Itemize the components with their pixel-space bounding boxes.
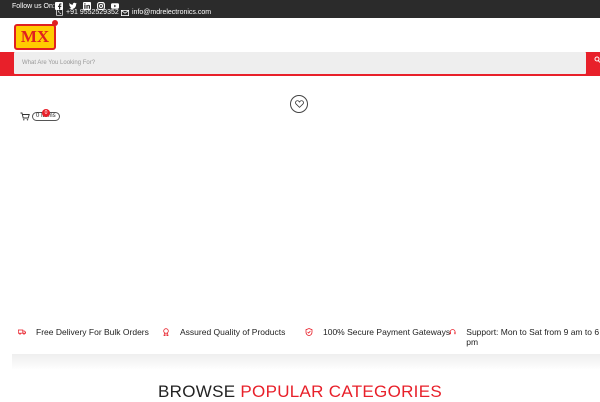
phone-icon xyxy=(56,9,63,16)
heading-red: POPULAR CATEGORIES xyxy=(240,382,442,401)
secure-icon xyxy=(305,328,313,336)
search-placeholder: What Are You Looking For? xyxy=(22,60,96,66)
mail-icon xyxy=(121,9,129,16)
search-icon[interactable] xyxy=(594,56,600,64)
feature-support: Support: Mon to Sat from 9 am to 6 pm xyxy=(449,327,600,347)
section-heading: BROWSE POPULAR CATEGORIES xyxy=(0,382,600,402)
features-strip: Free Delivery For Bulk Orders Assured Qu… xyxy=(0,322,600,354)
feature-label: 100% Secure Payment Gateways xyxy=(323,327,451,337)
feature-label: Assured Quality of Products xyxy=(180,327,286,337)
feature-label: Free Delivery For Bulk Orders xyxy=(36,327,149,337)
phone-number: +91 9552529352 xyxy=(66,9,119,16)
support-icon xyxy=(449,329,456,335)
logo-badge-icon xyxy=(52,20,58,26)
heading-dark: BROWSE xyxy=(158,382,236,401)
cart-button[interactable]: 0 0 Items xyxy=(20,109,60,121)
email-address: info@mdrelectronics.com xyxy=(132,9,212,16)
phone-contact[interactable]: +91 9552529352 xyxy=(56,9,119,16)
feature-label: Support: Mon to Sat from 9 am to 6 pm xyxy=(466,327,600,347)
feature-secure: 100% Secure Payment Gateways xyxy=(305,327,450,337)
search-input[interactable]: What Are You Looking For? xyxy=(14,52,586,74)
heart-icon xyxy=(294,100,304,108)
section-divider xyxy=(12,354,600,370)
email-contact[interactable]: info@mdrelectronics.com xyxy=(121,9,211,16)
follow-us-label: Follow us On: xyxy=(12,3,55,10)
delivery-icon xyxy=(18,329,26,335)
logo-text: MX xyxy=(20,27,50,46)
top-bar: Follow us On: +91 9552529352 info@mdrele… xyxy=(0,0,600,18)
site-logo[interactable]: MX xyxy=(14,24,56,50)
cart-count-badge: 0 xyxy=(42,109,50,117)
quality-icon xyxy=(163,328,169,336)
feature-quality: Assured Quality of Products xyxy=(162,327,285,337)
cart-icon xyxy=(20,112,30,121)
wishlist-button[interactable] xyxy=(290,95,308,113)
feature-delivery: Free Delivery For Bulk Orders xyxy=(18,327,149,337)
